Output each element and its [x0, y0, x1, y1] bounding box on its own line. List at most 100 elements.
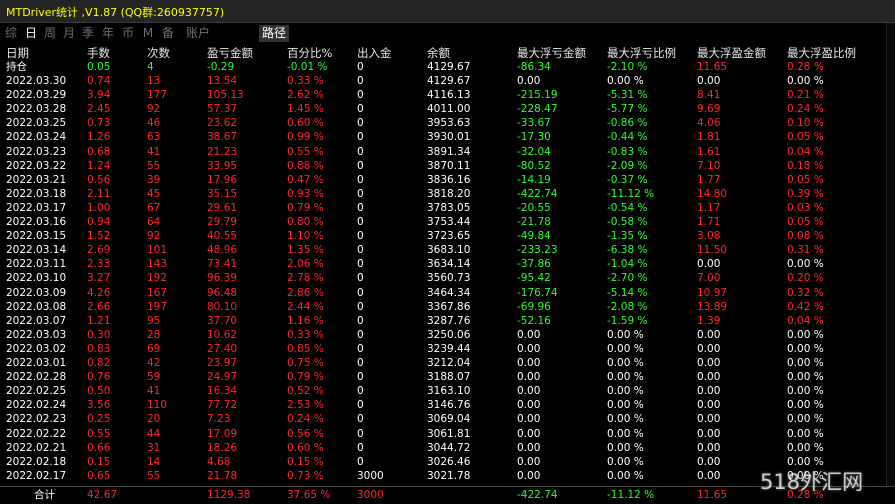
tab-5[interactable]: 年: [101, 25, 115, 42]
tab-0[interactable]: 综: [4, 25, 18, 42]
cell-col-8: -0.58 %: [607, 216, 648, 228]
cell-col-5: 0: [357, 216, 364, 228]
table-row: 2022.03.25 0.73 46 23.62 0.60 % 0 3953.63 -33.6…: [0, 117, 885, 131]
total-cell-9: 11.65: [697, 489, 728, 501]
cell-col-3: 23.62: [207, 117, 238, 130]
cell-col-1: 1.26: [87, 131, 111, 144]
cell-col-8: -1.35 %: [607, 230, 648, 243]
cell-col-1: 1.52: [87, 230, 111, 243]
cell-col-2: 95: [147, 314, 161, 327]
cell-col-4: 0.33 %: [287, 328, 324, 341]
cell-col-1: 0.68: [87, 145, 111, 158]
cell-col-8: 0.00 %: [607, 385, 644, 398]
cell-col-8: -2.09 %: [607, 159, 648, 172]
cell-col-0: 2022.03.24: [6, 131, 67, 144]
cell-col-0: 持仓: [6, 61, 27, 73]
cell-col-10: 0.08 %: [787, 230, 824, 243]
cell-col-10: 0.42 %: [787, 300, 824, 313]
cell-col-10: 最大浮盈比例: [787, 46, 856, 60]
cell-col-4: 0.99 %: [287, 131, 324, 144]
cell-col-2: 31: [147, 441, 161, 454]
cell-col-8: 0.00 %: [607, 399, 644, 412]
cell-col-10: 0.24 %: [787, 103, 824, 116]
cell-col-8: 0.00 %: [607, 413, 644, 426]
cell-col-8: -2.10 %: [607, 61, 648, 73]
cell-col-4: 0.47 %: [287, 173, 324, 186]
tab-6[interactable]: 币: [121, 25, 135, 42]
cell-col-2: 55: [147, 469, 161, 482]
cell-col-2: 46: [147, 117, 161, 130]
cell-col-3: 38.67: [207, 131, 238, 144]
cell-col-3: 16.34: [207, 385, 238, 398]
holding-row: 持仓 0.05 4 -0.29 -0.01 % 0 4129.67 -86.34 -2.10 %…: [0, 61, 885, 75]
cell-col-5: 0: [357, 342, 364, 355]
cell-col-2: 192: [147, 272, 168, 285]
cell-col-5: 0: [357, 75, 364, 87]
cell-col-5: 0: [357, 159, 364, 172]
cell-col-8: 0.00 %: [607, 342, 644, 355]
cell-col-10: 0.05 %: [787, 131, 824, 144]
cell-col-2: 55: [147, 159, 161, 172]
tab-10[interactable]: 路径: [259, 25, 289, 42]
table-row: 2022.03.02 0.83 69 27.40 0.85 % 0 3239.44 0.00 0…: [0, 343, 885, 357]
table-row: 2022.03.22 1.24 55 33.95 0.88 % 0 3870.11 -80.5…: [0, 160, 885, 174]
cell-col-3: -0.29: [207, 61, 235, 73]
cell-col-4: 0.85 %: [287, 342, 324, 355]
cell-col-10: 0.00 %: [787, 441, 824, 454]
cell-col-5: 0: [357, 413, 364, 426]
scrollbar[interactable]: [886, 23, 895, 486]
cell-col-0: 2022.03.08: [6, 300, 67, 313]
cell-col-7: -422.74: [517, 187, 558, 200]
cell-col-10: 0.00 %: [787, 371, 824, 384]
cell-col-2: 167: [147, 286, 168, 299]
cell-col-8: 0.00 %: [607, 75, 644, 87]
tab-8[interactable]: 备: [161, 25, 175, 42]
total-cell-1: 42.67: [87, 489, 118, 501]
cell-col-10: 0.10 %: [787, 117, 824, 130]
cell-col-7: 0.00: [517, 342, 541, 355]
table-row: 2022.02.24 3.56 110 77.72 2.53 % 0 3146.76 0.00…: [0, 399, 885, 413]
cell-col-5: 0: [357, 131, 364, 144]
tab-4[interactable]: 季: [81, 25, 95, 42]
cell-col-4: 0.93 %: [287, 187, 324, 200]
cell-col-4: 0.15 %: [287, 455, 324, 468]
cell-col-10: 0.00 %: [787, 427, 824, 440]
cell-col-1: 4.26: [87, 286, 111, 299]
table-row: 2022.02.22 0.55 44 17.09 0.56 % 0 3061.81 0.00 0…: [0, 428, 885, 442]
cell-col-4: 2.62 %: [287, 89, 324, 102]
cell-col-4: 1.45 %: [287, 103, 324, 116]
cell-col-9: 0.00: [697, 441, 721, 454]
cell-col-7: -233.23: [517, 244, 558, 257]
table-row: 2022.02.18 0.15 14 4.68 0.15 % 0 3026.46 0.00 0.…: [0, 456, 885, 470]
total-cell-0: 合计: [34, 489, 55, 501]
cell-col-2: 4: [147, 61, 154, 73]
tab-9[interactable]: 账户: [184, 25, 212, 42]
cell-col-5: 0: [357, 314, 364, 327]
cell-col-2: 20: [147, 413, 161, 426]
cell-col-1: 0.94: [87, 216, 111, 228]
cell-col-0: 2022.03.17: [6, 201, 67, 214]
cell-col-10: 0.39 %: [787, 187, 824, 200]
cell-col-6: 4011.00: [427, 103, 471, 116]
cell-col-10: 0.18 %: [787, 159, 824, 172]
cell-col-4: 2.78 %: [287, 272, 324, 285]
tab-7[interactable]: M: [141, 25, 155, 42]
cell-col-1: 0.82: [87, 357, 111, 369]
cell-col-3: 57.37: [207, 103, 238, 116]
cell-col-7: 最大浮亏金额: [517, 46, 586, 60]
cell-col-2: 64: [147, 216, 161, 228]
cell-col-10: 0.00 %: [787, 328, 824, 341]
tab-3[interactable]: 月: [62, 25, 76, 42]
cell-col-8: 最大浮亏比例: [607, 46, 676, 60]
tab-2[interactable]: 周: [43, 25, 57, 42]
cell-col-1: 0.66: [87, 441, 111, 454]
cell-col-0: 2022.02.24: [6, 399, 67, 412]
cell-col-9: 1.81: [697, 131, 721, 144]
cell-col-3: 24.97: [207, 371, 238, 384]
cell-col-0: 2022.03.11: [6, 258, 67, 271]
cell-col-8: -1.59 %: [607, 314, 648, 327]
tab-1[interactable]: 日: [24, 25, 38, 42]
cell-col-3: 40.55: [207, 230, 238, 243]
table-row: 2022.02.23 0.25 20 7.23 0.24 % 0 3069.04 0.00 0.…: [0, 413, 885, 427]
cell-col-7: 0.00: [517, 371, 541, 384]
